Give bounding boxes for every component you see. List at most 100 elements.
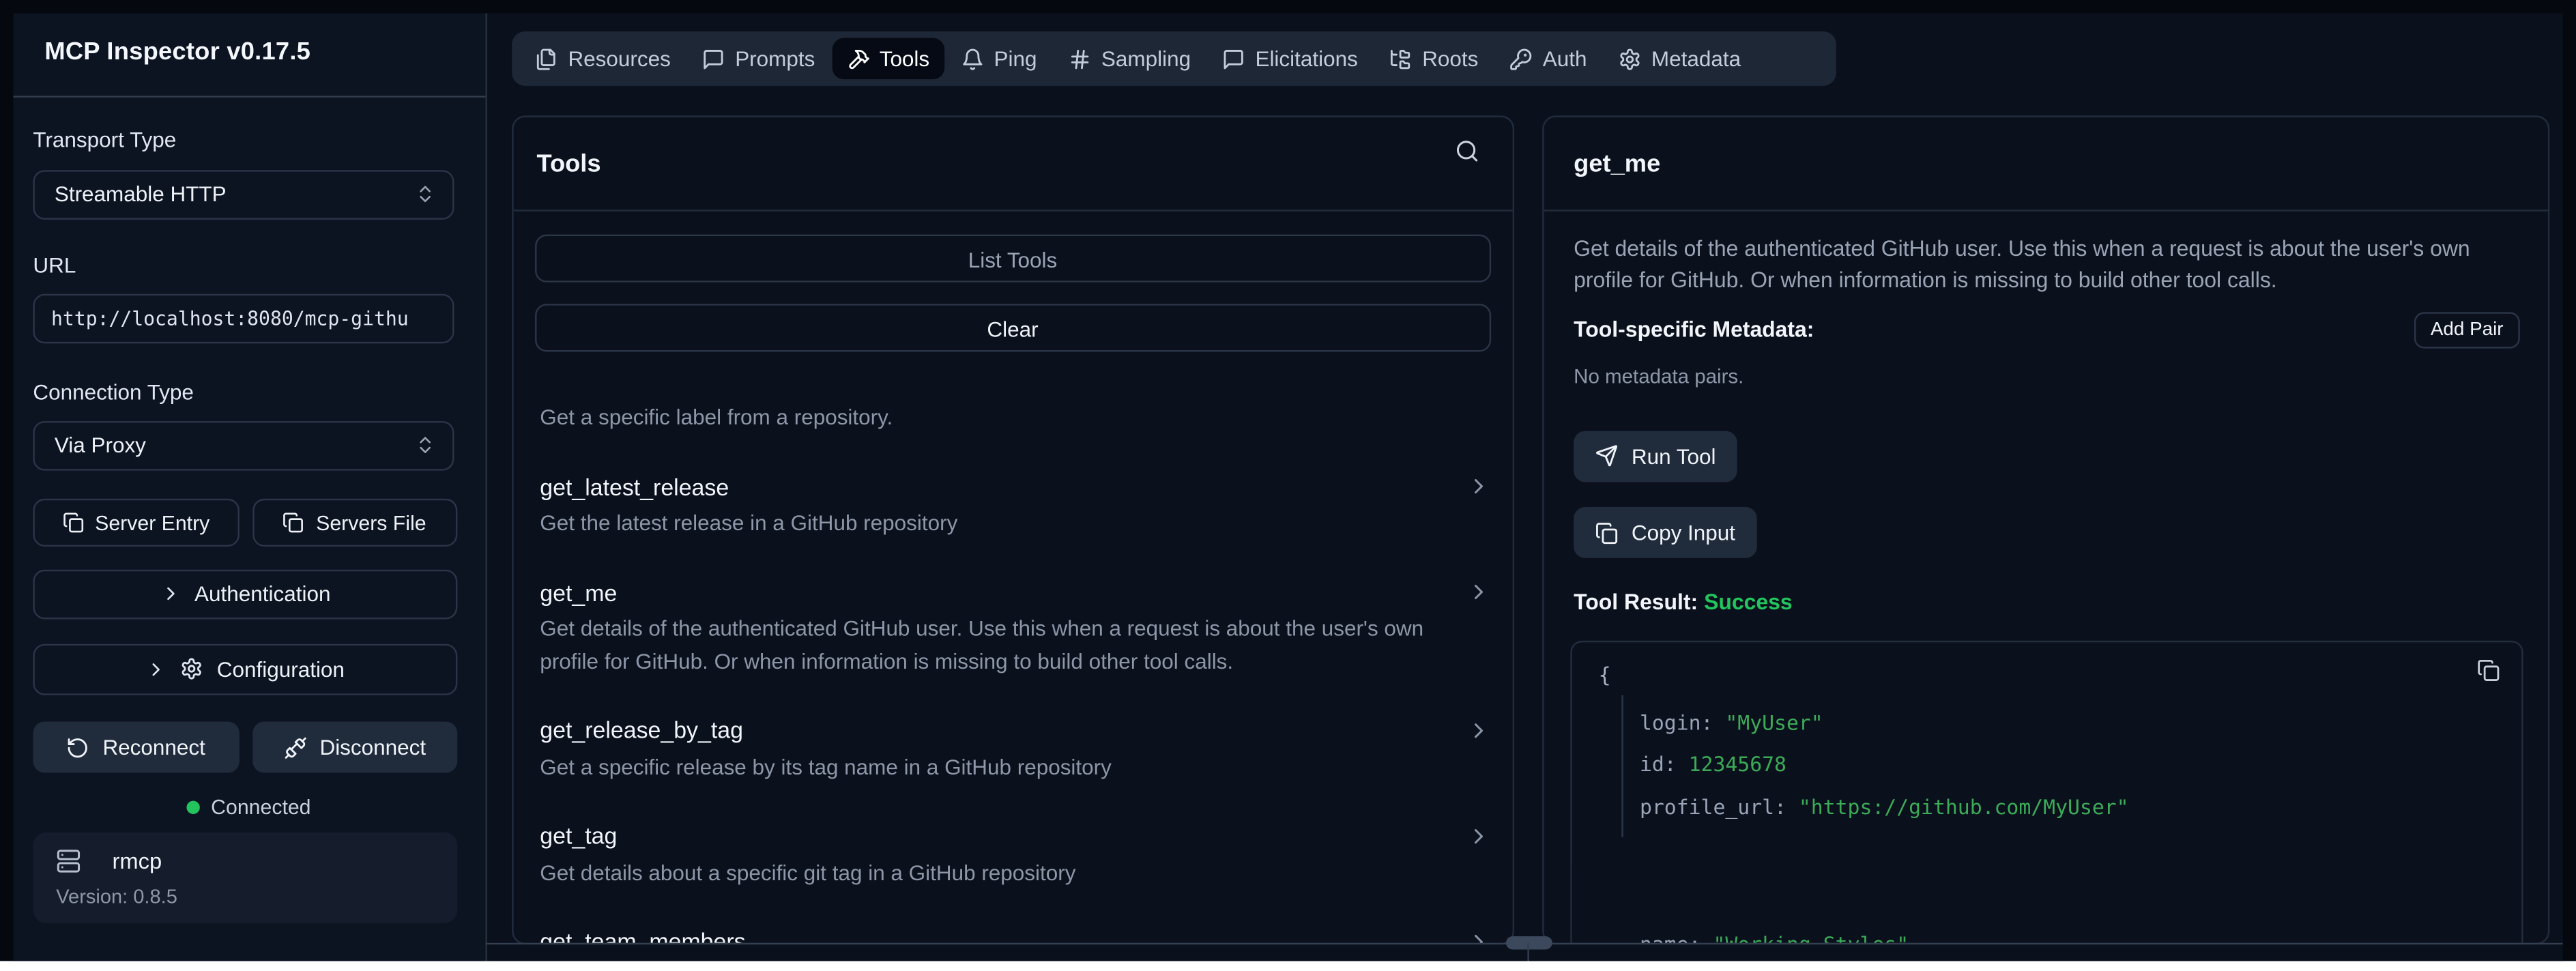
run-tool-button[interactable]: Run Tool [1574, 430, 1737, 481]
copy-icon [1595, 521, 1619, 544]
panel-divider-segment [1528, 943, 1530, 960]
json-row: id: 12345678 [1640, 744, 2129, 787]
tab-prompts[interactable]: Prompts [687, 38, 830, 79]
top-nav: Resources Prompts Tools Ping Sampling Elicita… [512, 31, 1836, 86]
transport-type-select[interactable]: Streamable HTTP [33, 170, 454, 218]
list-tools-button[interactable]: List Tools [534, 235, 1490, 282]
tool-result-status: Success [1704, 590, 1793, 614]
configuration-label: Configuration [217, 657, 345, 682]
tool-item-get_latest_release[interactable]: get_latest_release Get the latest release… [514, 469, 1512, 539]
clear-button[interactable]: Clear [534, 304, 1490, 351]
disconnect-button[interactable]: Disconnect [252, 721, 457, 772]
metadata-label: Tool-specific Metadata: [1574, 317, 1814, 342]
server-version: Version: 0.8.5 [56, 884, 177, 908]
copy-icon [62, 512, 83, 533]
reconnect-label: Reconnect [102, 735, 205, 759]
json-row: profile_url: "https://github.com/MyUser" [1640, 787, 2129, 829]
tool-description: Get a specific label from a repository. [514, 401, 1512, 433]
tab-metadata[interactable]: Metadata [1604, 38, 1756, 79]
authentication-toggle[interactable]: Authentication [33, 569, 457, 620]
result-json-view: { login: "MyUser"id: 12345678profile_url… [1570, 641, 2523, 944]
copy-result-icon[interactable] [2477, 659, 2500, 682]
chevron-right-icon [1466, 579, 1490, 604]
chevron-right-icon [160, 583, 181, 605]
detail-panel-header: get_me [1544, 117, 2547, 212]
no-metadata-text: No metadata pairs. [1574, 364, 2517, 388]
settings-icon [1619, 47, 1642, 70]
json-open-brace: { [1598, 662, 1610, 686]
reconnect-button[interactable]: Reconnect [33, 721, 238, 772]
tool-name: get_me [540, 575, 617, 608]
rotate-ccw-icon [66, 736, 89, 759]
gear-icon [181, 658, 204, 681]
tab-label: Auth [1543, 46, 1587, 71]
add-pair-button[interactable]: Add Pair [2414, 312, 2520, 347]
server-entry-label: Server Entry [95, 511, 209, 534]
sidebar-border [484, 13, 486, 960]
tool-item-partial[interactable]: Get a specific label from a repository. [514, 401, 1512, 433]
files-icon [535, 47, 558, 70]
status-text: Connected [211, 795, 310, 818]
selected-tool-description: Get details of the authenticated GitHub … [1574, 233, 2498, 295]
tools-panel: Tools List Tools Clear Get a specific la… [512, 115, 1514, 944]
tool-name: get_tag [540, 819, 617, 852]
tool-description: Get the latest release in a GitHub repos… [514, 507, 1512, 539]
tab-tools[interactable]: Tools [832, 38, 944, 79]
server-icon [56, 848, 81, 873]
tool-item-get_tag[interactable]: get_tag Get details about a specific git … [514, 819, 1512, 888]
tab-label: Tools [880, 46, 929, 71]
chevron-right-icon [1466, 823, 1490, 847]
json-key: login: [1640, 711, 1713, 734]
tool-name: get_latest_release [540, 469, 729, 502]
copy-input-button[interactable]: Copy Input [1574, 507, 1756, 558]
transport-type-label: Transport Type [33, 127, 176, 151]
bell-icon [961, 47, 984, 70]
message-square-icon [1222, 47, 1245, 70]
json-value: 12345678 [1689, 753, 1786, 776]
tool-item-get_team_members[interactable]: get_team_membersGet member usernames of … [514, 925, 1512, 944]
tool-item-get_me[interactable]: get_meGet details of the authenticated G… [514, 575, 1512, 677]
connection-type-select[interactable]: Via Proxy [33, 421, 454, 469]
copy-input-label: Copy Input [1632, 520, 1735, 545]
tab-label: Ping [994, 46, 1037, 71]
tool-description: Get details about a specific git tag in … [514, 856, 1512, 888]
json-row: login: "MyUser" [1640, 703, 2129, 745]
server-info-card: rmcp Version: 0.8.5 [33, 831, 457, 923]
chevrons-up-down-icon [414, 184, 435, 205]
chevrons-up-down-icon [414, 435, 435, 456]
json-value: "https://github.com/MyUser" [1799, 795, 2129, 818]
configuration-toggle[interactable]: Configuration [33, 644, 457, 695]
tab-sampling[interactable]: Sampling [1054, 38, 1206, 79]
tab-label: Roots [1422, 46, 1478, 71]
tab-label: Sampling [1101, 46, 1191, 71]
tool-detail-panel: get_me Get details of the authenticated … [1542, 115, 2549, 944]
tool-list: Get a specific label from a repository. g… [514, 401, 1512, 944]
tab-ping[interactable]: Ping [946, 38, 1052, 79]
hash-icon [1069, 47, 1092, 70]
tab-label: Prompts [735, 46, 815, 71]
chevron-right-icon [1466, 474, 1490, 499]
server-name: rmcp [113, 849, 162, 873]
message-square-icon [702, 47, 725, 70]
url-input[interactable] [33, 294, 454, 343]
copy-icon [283, 512, 304, 533]
json-key: name: [1640, 933, 1701, 944]
tool-name: get_team_members [540, 925, 745, 944]
status-dot [186, 800, 199, 813]
json-key: profile_url: [1640, 795, 1786, 818]
disconnect-label: Disconnect [319, 735, 426, 759]
tab-roots[interactable]: Roots [1374, 38, 1493, 79]
tab-auth[interactable]: Auth [1495, 38, 1602, 79]
json-value: "MyUser" [1725, 711, 1823, 734]
authentication-label: Authentication [194, 581, 330, 606]
tab-label: Elicitations [1255, 46, 1357, 71]
servers-file-button[interactable]: Servers File [252, 499, 457, 547]
tool-name: get_release_by_tag [540, 713, 743, 746]
search-icon[interactable] [1454, 139, 1479, 163]
tab-resources[interactable]: Resources [520, 38, 685, 79]
tool-item-get_release_by_tag[interactable]: get_release_by_tagGet a specific release… [514, 713, 1512, 783]
tab-elicitations[interactable]: Elicitations [1207, 38, 1372, 79]
connection-status: Connected [13, 795, 484, 818]
server-entry-button[interactable]: Server Entry [33, 499, 238, 547]
transport-type-value: Streamable HTTP [55, 182, 415, 207]
